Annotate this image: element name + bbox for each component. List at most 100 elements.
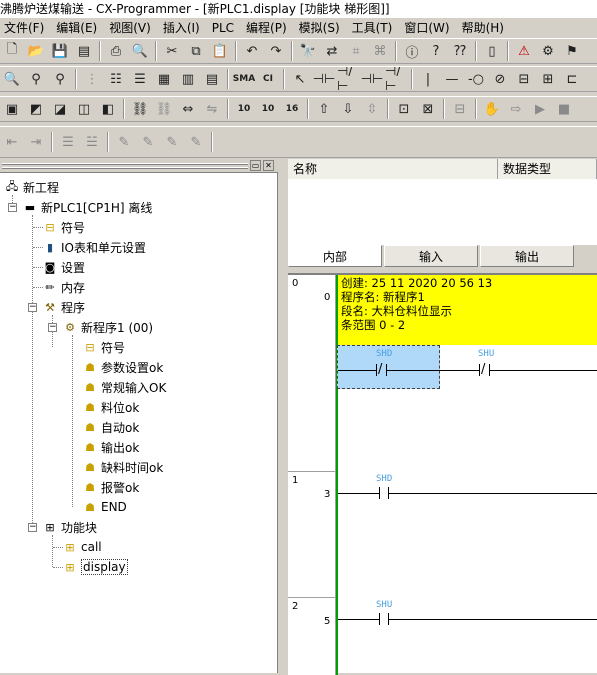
properties-icon[interactable]: ◧ xyxy=(97,98,119,120)
force-on-icon[interactable]: ⇧ xyxy=(313,98,335,120)
force-cancel-icon[interactable]: ⇳ xyxy=(361,98,383,120)
contact-nc-icon[interactable]: ⊣/⊢ xyxy=(337,67,359,91)
transfer-icon[interactable]: ⇔ xyxy=(177,98,199,120)
tree-item-section[interactable]: ☗ 缺料时间ok xyxy=(82,457,163,477)
break-icon[interactable]: ✋ xyxy=(481,98,503,120)
contact-operand[interactable]: SHD xyxy=(376,349,392,359)
step-into-icon[interactable]: ⇨ xyxy=(505,98,527,120)
select-icon[interactable]: ↖ xyxy=(289,68,311,90)
zoom-fit-icon[interactable]: ⚲ xyxy=(25,68,47,90)
menu-program[interactable]: 编程(P) xyxy=(240,18,293,38)
print-icon[interactable]: ⎙ xyxy=(105,40,127,62)
fb-call-icon[interactable]: ⊞ xyxy=(537,68,559,90)
tree-item-section[interactable]: ☗ 输出ok xyxy=(82,437,139,457)
open-folder-icon[interactable]: 📂 xyxy=(25,40,47,62)
menu-insert[interactable]: 插入(I) xyxy=(157,18,206,38)
output-window-icon[interactable]: ◩ xyxy=(25,98,47,120)
horizontal-line-icon[interactable]: — xyxy=(441,68,463,90)
contact-operand[interactable]: SHU xyxy=(478,349,494,359)
column-header-type[interactable]: 数据类型 xyxy=(498,159,597,179)
uncomment-block-icon[interactable]: ☱ xyxy=(81,131,103,153)
tree-item-settings[interactable]: ◙ 设置 xyxy=(42,257,85,277)
find-icon[interactable]: 🔭 xyxy=(297,40,319,62)
expander-collapse-icon[interactable]: − xyxy=(48,323,57,332)
zoom-icon[interactable]: 🔍 xyxy=(1,68,23,90)
coil-nc-icon[interactable]: ⊘ xyxy=(489,68,511,90)
tab-output[interactable]: 输出 xyxy=(480,245,574,267)
cut-icon[interactable]: ✂ xyxy=(161,40,183,62)
tree-item-function-blocks[interactable]: ⊞ 功能块 xyxy=(42,517,97,537)
run-icon[interactable]: ▶ xyxy=(529,98,551,120)
save-icon[interactable]: 💾 xyxy=(49,40,71,62)
tree-item-io-table[interactable]: ▮ IO表和单元设置 xyxy=(42,237,146,257)
outdent-icon[interactable]: ⇥ xyxy=(25,131,47,153)
tree-item-fb-display[interactable]: ⊞ display xyxy=(62,557,128,577)
tree-item-symbols[interactable]: ⊟ 符号 xyxy=(42,217,85,237)
menu-view[interactable]: 视图(V) xyxy=(103,18,157,38)
stop-icon[interactable]: ■ xyxy=(553,98,575,120)
info-icon[interactable]: ⓘ xyxy=(401,40,423,62)
tree-item-section[interactable]: ☗ 料位ok xyxy=(82,397,139,417)
undo-icon[interactable]: ↶ xyxy=(241,40,263,62)
online-icon[interactable]: ⛓ xyxy=(129,98,151,120)
panel-close-button[interactable]: ✕ xyxy=(263,160,274,171)
grid-icon[interactable]: ⋮ xyxy=(81,68,103,90)
force-off-icon[interactable]: ⇩ xyxy=(337,98,359,120)
column-header-name[interactable]: 名称 xyxy=(288,159,498,179)
indent-icon[interactable]: ⇤ xyxy=(1,131,23,153)
sim-step-icon[interactable]: ⊟ xyxy=(449,98,471,120)
tree-item-section[interactable]: ☗ 常规输入OK xyxy=(82,377,166,397)
new-file-icon[interactable]: 🗋 xyxy=(1,40,23,62)
mnemonic-icon[interactable]: SMA xyxy=(233,68,255,90)
comment-block-icon[interactable]: ☰ xyxy=(57,131,79,153)
replace-icon[interactable]: ⇄ xyxy=(321,40,343,62)
project-window-icon[interactable]: ▣ xyxy=(1,98,23,120)
tree-item-project[interactable]: 🖧 新工程 xyxy=(4,177,59,197)
menu-help[interactable]: 帮助(H) xyxy=(456,18,510,38)
column-icon[interactable]: ▤ xyxy=(201,68,223,90)
watch-window-icon[interactable]: ◪ xyxy=(49,98,71,120)
sim-settings-icon[interactable]: ⊠ xyxy=(417,98,439,120)
warning-icon[interactable]: ⚠ xyxy=(513,40,535,62)
address-ref-icon[interactable]: ⌘ xyxy=(369,40,391,62)
print-preview-icon[interactable]: 🔍 xyxy=(129,40,151,62)
contact-no-icon[interactable]: ⊣⊢ xyxy=(313,68,336,90)
save-all-icon[interactable]: ▤ xyxy=(73,40,95,62)
tree-item-section[interactable]: ☗ END xyxy=(82,497,127,517)
rung-comment[interactable]: 创建: 25 11 2020 20 56 13 程序名: 新程序1 段名: 大料… xyxy=(338,275,597,345)
instruction-icon[interactable]: ⊟ xyxy=(513,68,535,90)
monitor-icon[interactable]: ☷ xyxy=(105,68,127,90)
tab-input[interactable]: 输入 xyxy=(384,245,478,267)
cross-icon[interactable]: CI xyxy=(257,68,279,90)
address-window-icon[interactable]: ◫ xyxy=(73,98,95,120)
hex-16-icon[interactable]: 16 xyxy=(281,98,303,120)
menu-file[interactable]: 文件(F) xyxy=(0,18,50,38)
help-icon[interactable]: ? xyxy=(425,40,447,62)
tree-item-section[interactable]: ⊟ 符号 xyxy=(82,337,125,357)
menu-tools[interactable]: 工具(T) xyxy=(346,18,399,38)
context-help-icon[interactable]: ⁇ xyxy=(449,40,471,62)
contact-ornc-icon[interactable]: ⊣/⊢ xyxy=(385,67,407,91)
tree-item-plc[interactable]: ▬ 新PLC1[CP1H] 离线 xyxy=(22,197,153,217)
tree-item-program1[interactable]: ⚙ 新程序1 (00) xyxy=(62,317,153,337)
bookmark-next-icon[interactable]: ✎ xyxy=(137,131,159,153)
menu-simulate[interactable]: 模拟(S) xyxy=(293,18,346,38)
contact-or-icon[interactable]: ⊣⊢ xyxy=(361,68,384,90)
window-icon[interactable]: ▯ xyxy=(481,40,503,62)
input-fb-icon[interactable]: ⊏ xyxy=(561,68,583,90)
expander-collapse-icon[interactable]: − xyxy=(28,303,37,312)
tree-item-programs[interactable]: ⚒ 程序 xyxy=(42,297,85,317)
ladder-editor[interactable]: 0 0 创建: 25 11 2020 20 56 13 程序名: 新程序1 段名… xyxy=(288,273,597,675)
tree-item-section[interactable]: ☗ 报警ok xyxy=(82,477,139,497)
tree-item-section[interactable]: ☗ 参数设置ok xyxy=(82,357,163,377)
menu-plc[interactable]: PLC xyxy=(206,18,240,38)
comment-icon[interactable]: ▦ xyxy=(153,68,175,90)
menu-window[interactable]: 窗口(W) xyxy=(398,18,455,38)
expander-collapse-icon[interactable]: − xyxy=(28,523,37,532)
contact-operand[interactable]: SHD xyxy=(376,474,392,484)
tab-internal[interactable]: 内部 xyxy=(288,245,382,267)
offline-icon[interactable]: ⛓ xyxy=(153,98,175,120)
decimal-10-icon[interactable]: 10 xyxy=(233,98,255,120)
output-icon[interactable]: ⚑ xyxy=(561,40,583,62)
bookmark-clear-icon[interactable]: ✎ xyxy=(185,131,207,153)
